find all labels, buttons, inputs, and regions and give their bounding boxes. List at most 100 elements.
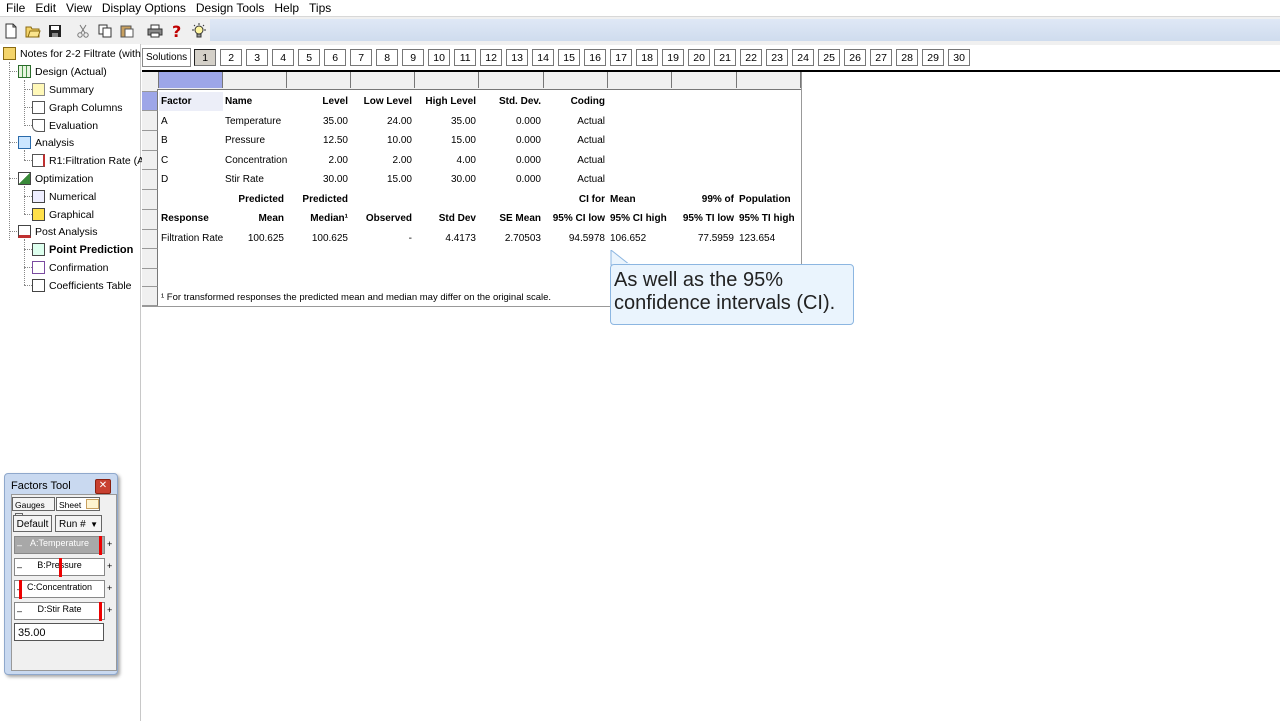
solution-tab[interactable]: 30 xyxy=(948,49,971,66)
solution-tab[interactable]: 5 xyxy=(298,49,321,66)
solution-tab[interactable]: 12 xyxy=(480,49,503,66)
coding-cell[interactable]: Actual xyxy=(544,151,605,170)
solution-tab[interactable]: 19 xyxy=(662,49,685,66)
tab-gauges[interactable]: Gauges xyxy=(12,497,55,523)
high-level-cell[interactable]: 30.00 xyxy=(415,170,476,189)
solution-tab[interactable]: 23 xyxy=(766,49,789,66)
column-header[interactable] xyxy=(415,72,479,88)
solution-tab[interactable]: 21 xyxy=(714,49,737,66)
column-header[interactable] xyxy=(544,72,608,88)
coding-cell[interactable]: Actual xyxy=(544,170,605,189)
solution-tab[interactable]: 4 xyxy=(272,49,295,66)
menu-help[interactable]: Help xyxy=(269,0,304,16)
print-icon[interactable] xyxy=(144,20,166,42)
coding-cell[interactable]: Actual xyxy=(544,131,605,150)
ci-high-cell[interactable]: 106.652 xyxy=(610,229,646,248)
tree-item-evaluation[interactable]: Evaluation xyxy=(32,117,98,134)
factor-cell[interactable]: B xyxy=(161,131,168,150)
high-level-cell[interactable]: 35.00 xyxy=(415,112,476,131)
gauge-pressure[interactable]: – B:Pressure xyxy=(14,558,105,577)
row-header[interactable] xyxy=(142,151,158,170)
solution-tab[interactable]: 10 xyxy=(428,49,451,66)
factor-cell[interactable]: D xyxy=(161,170,168,189)
tab-sheet[interactable]: Sheet xyxy=(56,497,100,511)
solution-tab[interactable]: 7 xyxy=(350,49,373,66)
tree-item-notes[interactable]: Notes for 2-2 Filtrate (with xyxy=(3,45,141,62)
coding-cell[interactable]: Actual xyxy=(544,112,605,131)
run-number-dropdown[interactable]: Run # ▼ xyxy=(55,515,102,532)
ti-high-cell[interactable]: 123.654 xyxy=(739,229,775,248)
menu-file[interactable]: File xyxy=(0,0,30,16)
se-mean-cell[interactable]: 2.70503 xyxy=(479,229,541,248)
solution-tab[interactable]: 2 xyxy=(220,49,243,66)
plus-icon[interactable]: + xyxy=(107,605,112,615)
column-header[interactable] xyxy=(737,72,801,88)
std-dev-response-cell[interactable]: 4.4173 xyxy=(415,229,476,248)
tree-item-summary[interactable]: Summary xyxy=(32,81,94,98)
name-cell[interactable]: Concentration xyxy=(225,151,287,170)
solution-tab[interactable]: 27 xyxy=(870,49,893,66)
column-header[interactable] xyxy=(608,72,672,88)
solution-tab[interactable]: 28 xyxy=(896,49,919,66)
level-cell[interactable]: 2.00 xyxy=(287,151,348,170)
low-level-cell[interactable]: 24.00 xyxy=(351,112,412,131)
ci-low-cell[interactable]: 94.5978 xyxy=(544,229,605,248)
close-icon[interactable]: ✕ xyxy=(95,479,111,494)
solution-tab[interactable]: 17 xyxy=(610,49,633,66)
observed-cell[interactable]: - xyxy=(351,229,412,248)
row-header[interactable] xyxy=(142,131,158,151)
row-header[interactable] xyxy=(142,249,158,269)
tree-item-design[interactable]: Design (Actual) xyxy=(18,63,107,80)
high-level-cell[interactable]: 4.00 xyxy=(415,151,476,170)
std-dev-cell[interactable]: 0.000 xyxy=(479,131,541,150)
solution-tab[interactable]: 14 xyxy=(532,49,555,66)
level-cell[interactable]: 35.00 xyxy=(287,112,348,131)
high-level-cell[interactable]: 15.00 xyxy=(415,131,476,150)
solution-tab[interactable]: 1 xyxy=(194,49,217,66)
factor-cell[interactable]: A xyxy=(161,112,168,131)
solution-tab[interactable]: 13 xyxy=(506,49,529,66)
copy-icon[interactable] xyxy=(94,20,116,42)
menu-edit[interactable]: Edit xyxy=(30,0,61,16)
column-header[interactable] xyxy=(672,72,737,88)
predicted-median-cell[interactable]: 100.625 xyxy=(287,229,348,248)
gauge-slider-handle[interactable] xyxy=(59,558,62,577)
solution-tab[interactable]: 11 xyxy=(454,49,477,66)
name-cell[interactable]: Temperature xyxy=(225,112,281,131)
gauge-temperature[interactable]: – A:Temperature xyxy=(14,536,105,555)
solution-tab[interactable]: 29 xyxy=(922,49,945,66)
solution-tab[interactable]: 8 xyxy=(376,49,399,66)
menu-display-options[interactable]: Display Options xyxy=(97,0,191,16)
solution-tab[interactable]: 22 xyxy=(740,49,763,66)
factor-value-input[interactable]: 35.00 xyxy=(14,623,104,641)
tree-item-r1-filtration-rate[interactable]: R1:Filtration Rate (A xyxy=(32,152,144,169)
row-header[interactable] xyxy=(142,210,158,230)
menu-design-tools[interactable]: Design Tools xyxy=(191,0,269,16)
row-header[interactable] xyxy=(142,111,158,131)
std-dev-cell[interactable]: 0.000 xyxy=(479,170,541,189)
row-header[interactable] xyxy=(142,230,158,249)
predicted-mean-cell[interactable]: 100.625 xyxy=(223,229,284,248)
plus-icon[interactable]: + xyxy=(107,583,112,593)
menu-view[interactable]: View xyxy=(61,0,97,16)
help-icon[interactable]: ? xyxy=(166,20,188,42)
solution-tab[interactable]: 18 xyxy=(636,49,659,66)
row-header[interactable] xyxy=(142,269,158,287)
tree-item-post-analysis[interactable]: Post Analysis xyxy=(18,223,97,240)
gauge-slider-handle[interactable] xyxy=(99,536,102,555)
solution-tab[interactable]: 16 xyxy=(584,49,607,66)
row-header[interactable] xyxy=(142,170,158,190)
tree-item-point-prediction[interactable]: Point Prediction xyxy=(32,241,133,258)
menu-tips[interactable]: Tips xyxy=(304,0,336,16)
cut-icon[interactable] xyxy=(72,20,94,42)
low-level-cell[interactable]: 10.00 xyxy=(351,131,412,150)
solution-tab[interactable]: 24 xyxy=(792,49,815,66)
tips-lightbulb-icon[interactable] xyxy=(188,20,210,42)
tree-item-analysis[interactable]: Analysis xyxy=(18,134,74,151)
level-cell[interactable]: 30.00 xyxy=(287,170,348,189)
gauge-concentration[interactable]: – C:Concentration xyxy=(14,580,105,599)
low-level-cell[interactable]: 15.00 xyxy=(351,170,412,189)
response-cell[interactable]: Filtration Rate xyxy=(161,229,223,248)
solution-tab[interactable]: 9 xyxy=(402,49,425,66)
tree-item-graph-columns[interactable]: Graph Columns xyxy=(32,99,123,116)
